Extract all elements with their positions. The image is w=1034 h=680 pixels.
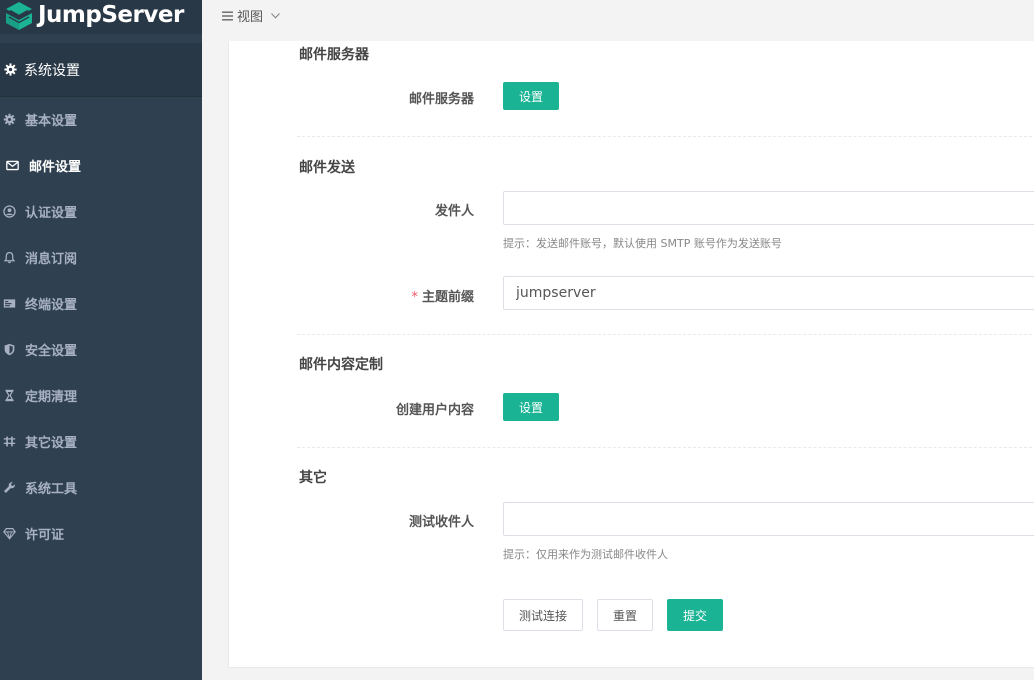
sidebar-item-label: 系统工具 xyxy=(25,481,78,497)
create-user-content-setting-button[interactable]: 设置 xyxy=(503,393,559,421)
sidebar-item-label: 认证设置 xyxy=(25,205,78,221)
sidebar-item-license[interactable]: 许可证 xyxy=(0,510,202,556)
sender-input[interactable] xyxy=(503,191,1034,225)
terminal-icon xyxy=(3,297,16,310)
sidebar-item-terminal[interactable]: 终端设置 xyxy=(0,280,202,326)
bell-icon xyxy=(3,251,16,264)
create-user-content-label: 创建用户内容 xyxy=(395,403,474,418)
sidebar-item-label: 许可证 xyxy=(25,527,65,543)
sidebar-item-label: 其它设置 xyxy=(25,435,78,451)
gear-icon xyxy=(3,113,16,126)
menu-bars-icon xyxy=(222,11,233,20)
wrench-icon xyxy=(3,481,16,494)
envelope-icon xyxy=(6,159,19,172)
sidebar-item-cleaning[interactable]: 定期清理 xyxy=(0,372,202,418)
sidebar: JumpServer 系统设置 基本设置 邮件设置 认证设置 消息订阅 终端设置 xyxy=(0,0,202,680)
view-menu-button[interactable]: 视图 xyxy=(222,6,280,25)
sidebar-item-notification[interactable]: 消息订阅 xyxy=(0,234,202,280)
test-recipient-label: 测试收件人 xyxy=(408,515,474,530)
reset-button[interactable]: 重置 xyxy=(597,599,653,631)
sender-hint: 提示：发送邮件账号，默认使用 SMTP 账号作为发送账号 xyxy=(503,237,782,250)
sidebar-item-other[interactable]: 其它设置 xyxy=(0,418,202,464)
view-menu-label: 视图 xyxy=(237,10,264,25)
chevron-down-icon xyxy=(271,12,280,19)
sidebar-item-email[interactable]: 邮件设置 xyxy=(0,142,202,188)
sliders-icon xyxy=(3,435,16,448)
sidebar-item-auth[interactable]: 认证设置 xyxy=(0,188,202,234)
test-recipient-input[interactable] xyxy=(503,502,1034,536)
sidebar-header-label: 系统设置 xyxy=(24,62,80,79)
submit-button[interactable]: 提交 xyxy=(667,599,723,631)
email-settings-form: 邮件服务器 邮件服务器 设置 邮件发送 发件人 提示：发送邮件账号，默认使用 S… xyxy=(228,41,1034,668)
mail-server-label: 邮件服务器 xyxy=(408,92,474,107)
jumpserver-logo-icon xyxy=(6,2,32,30)
sidebar-header[interactable]: 系统设置 xyxy=(0,43,202,97)
divider xyxy=(297,136,1034,137)
subject-prefix-input[interactable] xyxy=(503,276,1034,310)
test-connection-button[interactable]: 测试连接 xyxy=(503,599,583,631)
subject-prefix-label: * 主题前缀 xyxy=(299,286,474,305)
sidebar-item-label: 消息订阅 xyxy=(25,251,78,267)
mail-server-setting-button[interactable]: 设置 xyxy=(503,82,559,110)
sidebar-item-security[interactable]: 安全设置 xyxy=(0,326,202,372)
sidebar-item-label: 基本设置 xyxy=(25,113,78,129)
test-recipient-hint: 提示：仅用来作为测试邮件收件人 xyxy=(503,548,668,561)
divider xyxy=(297,447,1034,448)
required-marker: * xyxy=(411,290,418,305)
sidebar-item-label: 邮件设置 xyxy=(29,159,82,175)
hourglass-icon xyxy=(3,389,16,402)
logo[interactable]: JumpServer xyxy=(0,0,202,34)
topbar: 视图 xyxy=(202,0,1034,34)
subject-prefix-label-text: 主题前缀 xyxy=(421,290,474,305)
sidebar-nav: 基本设置 邮件设置 认证设置 消息订阅 终端设置 安全设置 定期清理 其它设置 xyxy=(0,96,202,556)
sender-label: 发件人 xyxy=(434,204,474,219)
shield-icon xyxy=(3,343,16,356)
sidebar-item-label: 终端设置 xyxy=(25,297,78,313)
section-title-mail-send: 邮件发送 xyxy=(299,160,355,176)
section-title-mail-content: 邮件内容定制 xyxy=(299,357,383,373)
diamond-icon xyxy=(3,527,16,540)
sidebar-item-tools[interactable]: 系统工具 xyxy=(0,464,202,510)
sidebar-item-label: 定期清理 xyxy=(25,389,78,405)
section-title-other: 其它 xyxy=(299,470,327,486)
sidebar-item-basic[interactable]: 基本设置 xyxy=(0,96,202,142)
user-circle-icon xyxy=(3,204,16,218)
gear-icon xyxy=(4,63,17,76)
divider xyxy=(297,334,1034,335)
section-title-mail-server: 邮件服务器 xyxy=(299,47,369,63)
sidebar-item-label: 安全设置 xyxy=(25,343,78,359)
brand-name: JumpServer xyxy=(38,2,184,28)
